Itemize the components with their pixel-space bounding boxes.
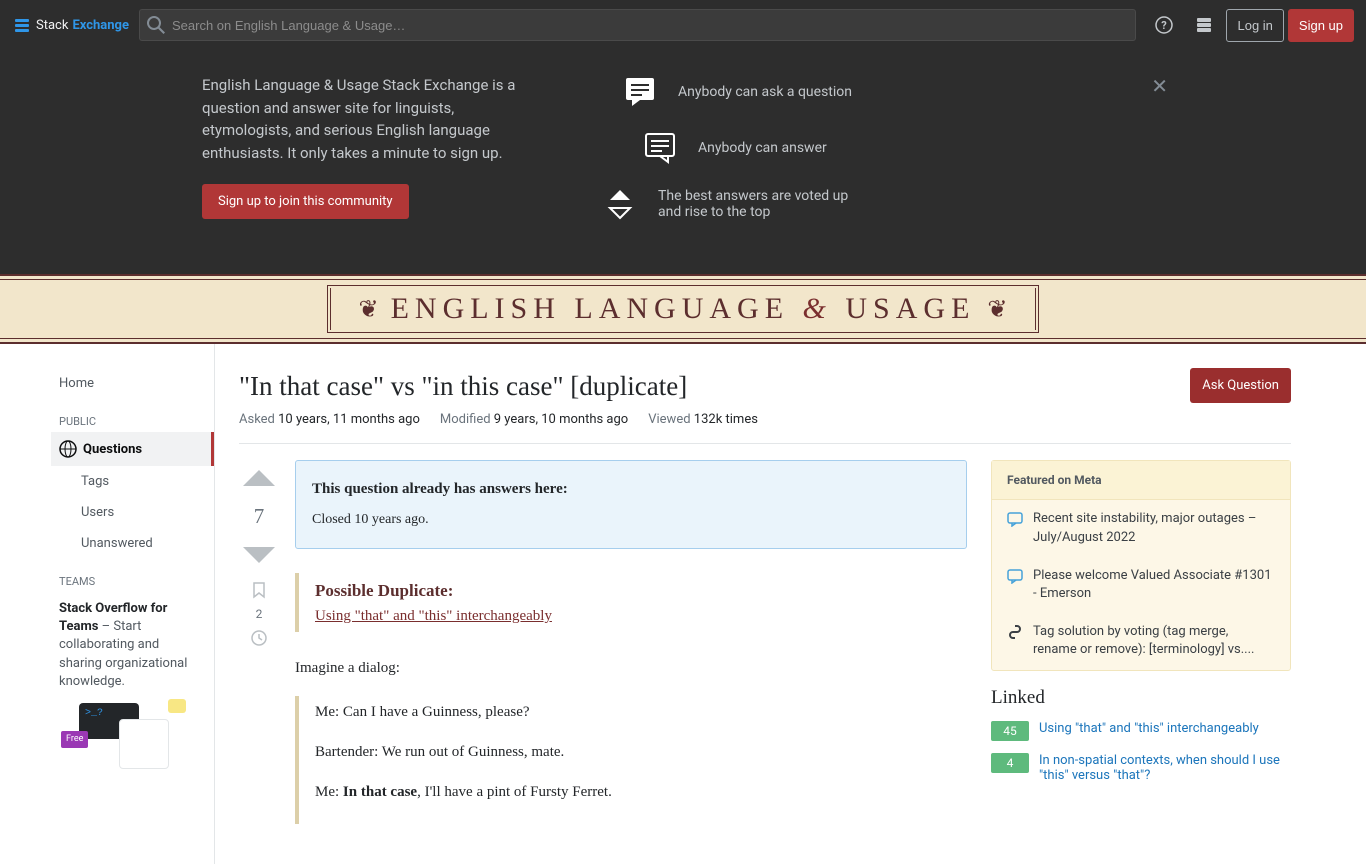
bookmark-count: 2 (256, 607, 263, 621)
dialog-quote: Me: Can I have a Guinness, please? Barte… (295, 696, 967, 824)
asked-label: Asked (239, 412, 275, 427)
hero-feature-label: The best answers are voted up and rise t… (658, 188, 858, 220)
viewed-value: 132k times (694, 412, 758, 427)
hero-feature-ask: Anybody can ask a question (622, 74, 1164, 110)
meta-text: Tag solution by voting (tag merge, renam… (1033, 623, 1275, 659)
quote-line: Bartender: We run out of Guinness, mate. (315, 740, 967, 764)
modified-label: Modified (440, 412, 491, 427)
login-button[interactable]: Log in (1226, 9, 1283, 42)
nav-users[interactable]: Users (51, 497, 214, 528)
inbox-icon[interactable] (1186, 7, 1222, 43)
speech-outline-icon (1007, 511, 1023, 527)
promo-doc-icon (119, 719, 169, 769)
duplicate-box: Possible Duplicate: Using "that" and "th… (295, 573, 967, 632)
vote-column: 7 2 (239, 460, 279, 840)
right-sidebar: Featured on Meta Recent site instability… (991, 460, 1291, 840)
notice-sub: Closed 10 years ago. (312, 509, 950, 531)
logo-stack: Stack (36, 18, 68, 33)
hero-feature-label: Anybody can ask a question (678, 84, 852, 100)
meta-text: Recent site instability, major outages –… (1033, 510, 1275, 546)
linked-score: 4 (991, 753, 1029, 773)
hero-banner: ✕ English Language & Usage Stack Exchang… (0, 50, 1366, 274)
question-title: "In that case" vs "in this case" [duplic… (239, 368, 1174, 404)
site-title: ENGLISH LANGUAGE & USAGE (391, 292, 976, 326)
meta-item[interactable]: Please welcome Valued Associate #1301 - … (992, 557, 1290, 613)
meta-text: Please welcome Valued Associate #1301 - … (1033, 567, 1275, 603)
linked-link[interactable]: Using "that" and "this" interchangeably (1039, 721, 1259, 736)
search-wrap (139, 9, 1137, 41)
answer-icon (642, 130, 678, 166)
link-icon (1007, 624, 1023, 640)
meta-heading: Featured on Meta (992, 461, 1290, 500)
teams-promo: Stack Overflow for Teams – Start collabo… (51, 600, 206, 763)
vote-count: 7 (254, 504, 265, 529)
nav-label: Questions (83, 442, 142, 457)
free-badge: Free (61, 731, 88, 748)
main-content: "In that case" vs "in this case" [duplic… (215, 344, 1315, 864)
nav-questions[interactable]: Questions (51, 432, 214, 466)
viewed-label: Viewed (648, 412, 690, 427)
nav-header-teams: TEAMS (51, 559, 214, 592)
ask-question-button[interactable]: Ask Question (1190, 368, 1291, 403)
linked-score: 45 (991, 721, 1029, 741)
notice-heading: This question already has answers here: (312, 477, 950, 501)
hero-feature-vote: The best answers are voted up and rise t… (602, 186, 1164, 222)
upvote-button[interactable] (241, 460, 277, 496)
post-body: This question already has answers here: … (295, 460, 967, 840)
nav-unanswered[interactable]: Unanswered (51, 528, 214, 559)
ornament-icon: ❦ (358, 295, 378, 323)
quote-line: Me: Can I have a Guinness, please? (315, 700, 967, 724)
dup-heading: Possible Duplicate: (315, 577, 967, 604)
meta-item[interactable]: Recent site instability, major outages –… (992, 500, 1290, 556)
topbar: Stack Exchange ? Log in Sign up (0, 0, 1366, 50)
globe-icon (59, 440, 77, 458)
svg-text:?: ? (1162, 19, 1168, 32)
question-stats: Asked 10 years, 11 months ago Modified 9… (239, 412, 1291, 444)
ornament-icon: ❦ (987, 295, 1007, 323)
help-icon[interactable]: ? (1146, 7, 1182, 43)
bookmark-icon[interactable] (250, 581, 268, 599)
speech-outline-icon (1007, 568, 1023, 584)
site-header[interactable]: ❦ ENGLISH LANGUAGE & USAGE ❦ (0, 274, 1366, 344)
modified-value[interactable]: 9 years, 10 months ago (494, 412, 628, 427)
history-icon[interactable] (250, 629, 268, 647)
nav-home[interactable]: Home (51, 368, 214, 399)
linked-heading: Linked (991, 687, 1291, 709)
logo-exchange: Exchange (72, 18, 129, 33)
top-icons: ? Log in Sign up (1146, 7, 1354, 43)
meta-box: Featured on Meta Recent site instability… (991, 460, 1291, 670)
body-intro: Imagine a dialog: (295, 656, 967, 680)
linked-item: 45 Using "that" and "this" interchangeab… (991, 721, 1291, 741)
search-input[interactable] (139, 9, 1137, 41)
nav-tags[interactable]: Tags (51, 466, 214, 497)
speech-icon (622, 74, 658, 110)
meta-item[interactable]: Tag solution by voting (tag merge, renam… (992, 613, 1290, 669)
duplicate-notice: This question already has answers here: … (295, 460, 967, 548)
hero-feature-label: Anybody can answer (698, 140, 827, 156)
quote-line: Me: In that case, I'll have a pint of Fu… (315, 780, 967, 804)
nav-header-public: PUBLIC (51, 399, 214, 432)
search-icon (147, 16, 165, 34)
linked-section: Linked 45 Using "that" and "this" interc… (991, 687, 1291, 783)
hero-feature-answer: Anybody can answer (642, 130, 1164, 166)
stackexchange-logo[interactable]: Stack Exchange (12, 15, 129, 35)
join-button[interactable]: Sign up to join this community (202, 184, 409, 219)
downvote-button[interactable] (241, 537, 277, 573)
vote-icon (602, 186, 638, 222)
asked-value: 10 years, 11 months ago (278, 412, 420, 427)
dup-link[interactable]: Using "that" and "this" interchangeably (315, 608, 552, 624)
promo-bubble-icon (168, 699, 186, 713)
left-sidebar: Home PUBLIC Questions Tags Users Unanswe… (51, 344, 215, 864)
stackexchange-icon (12, 15, 32, 35)
signup-button[interactable]: Sign up (1288, 9, 1354, 42)
hero-description: English Language & Usage Stack Exchange … (202, 74, 522, 164)
